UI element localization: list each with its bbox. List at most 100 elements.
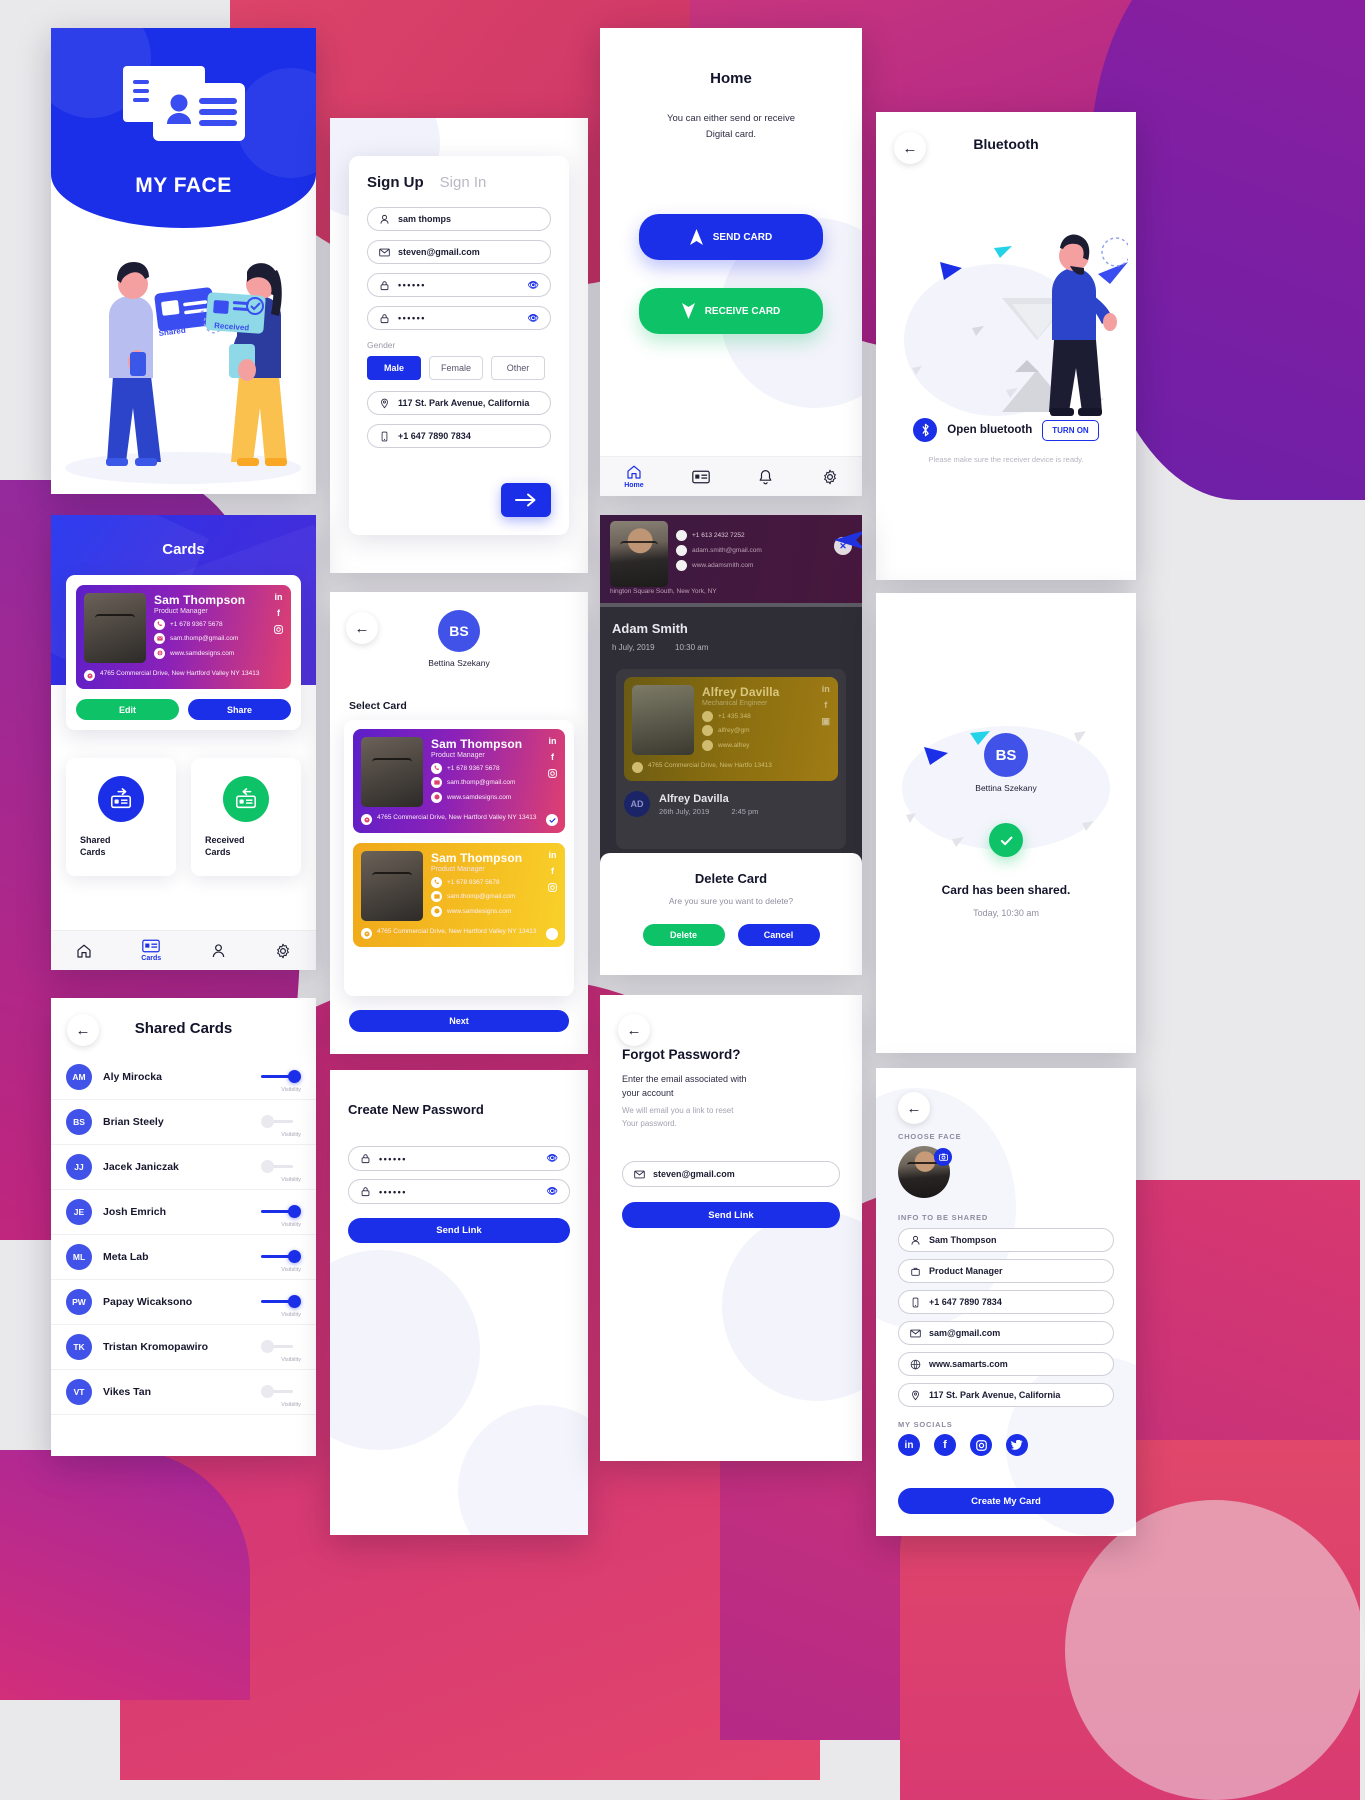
select-card-option-2[interactable]: in f Sam Thompson Product Manager +1 678…: [353, 843, 565, 947]
email-field[interactable]: steven@gmail.com: [367, 240, 551, 264]
info-field-mail[interactable]: sam@gmail.com: [898, 1321, 1114, 1345]
nav-home[interactable]: Home: [624, 464, 644, 489]
card-name: Sam Thompson: [431, 737, 523, 751]
visibility-toggle[interactable]: Visibility: [261, 1204, 301, 1228]
create-back-button[interactable]: ←: [898, 1092, 930, 1124]
card-unselected-radio[interactable]: [546, 928, 558, 940]
person-name: Jacek Janiczak: [103, 1161, 179, 1173]
linkedin-icon[interactable]: in: [549, 851, 557, 860]
gender-option-female[interactable]: Female: [429, 356, 483, 380]
nav-settings[interactable]: [275, 943, 291, 959]
confirm-password-field[interactable]: •••••• 👁: [367, 306, 551, 330]
toggle-password-visibility-icon[interactable]: 👁: [547, 1153, 558, 1164]
shared-cards-tile[interactable]: Shared Cards: [66, 758, 176, 876]
visibility-toggle[interactable]: Visibility: [261, 1384, 301, 1408]
list-item[interactable]: ML Meta Lab Visibility: [51, 1235, 316, 1280]
address-field[interactable]: 117 St. Park Avenue, California: [367, 391, 551, 415]
gender-option-other[interactable]: Other: [491, 356, 545, 380]
forgot-send-link-button[interactable]: Send Link: [622, 1202, 840, 1228]
camera-icon[interactable]: [934, 1148, 952, 1166]
toggle-password-visibility-icon[interactable]: 👁: [528, 280, 539, 291]
delete-dialog-title: Delete Card: [694, 871, 768, 886]
instagram-icon: ▣: [821, 716, 830, 726]
send-card-label: SEND CARD: [712, 231, 773, 243]
forgot-back-button[interactable]: ←: [618, 1014, 650, 1046]
signup-next-button[interactable]: [501, 483, 551, 517]
password-field[interactable]: •••••• 👁: [367, 273, 551, 297]
instagram-icon[interactable]: [548, 769, 557, 778]
info-field-globe[interactable]: www.samarts.com: [898, 1352, 1114, 1376]
facebook-icon[interactable]: f: [934, 1434, 956, 1456]
facebook-icon[interactable]: f: [277, 609, 280, 618]
instagram-icon[interactable]: [548, 883, 557, 892]
turn-on-button[interactable]: TURN ON: [1042, 419, 1099, 441]
info-field-pin[interactable]: 117 St. Park Avenue, California: [898, 1383, 1114, 1407]
list-item[interactable]: JJ Jacek Janiczak Visibility: [51, 1145, 316, 1190]
nav-home[interactable]: [76, 943, 92, 959]
info-field-value: Product Manager: [929, 1266, 1003, 1276]
delete-confirm-button[interactable]: Delete: [642, 924, 725, 946]
tab-signin[interactable]: Sign In: [440, 174, 487, 191]
select-next-button[interactable]: Next: [349, 1010, 569, 1032]
visibility-toggle[interactable]: Visibility: [261, 1114, 301, 1138]
visibility-toggle[interactable]: Visibility: [261, 1339, 301, 1363]
received-entry-2[interactable]: in f ▣ Alfrey Davilla Mechanical Enginee…: [616, 669, 846, 849]
edit-card-button[interactable]: Edit: [76, 699, 179, 720]
receive-card-button[interactable]: RECEIVE CARD: [639, 288, 823, 334]
facebook-icon[interactable]: f: [551, 753, 554, 762]
toggle-confirm-password-visibility-icon[interactable]: 👁: [528, 313, 539, 324]
create-my-card-button[interactable]: Create My Card: [898, 1488, 1114, 1514]
home-subtitle-line1: You can either send or receive: [667, 113, 795, 124]
send-card-button[interactable]: SEND CARD: [639, 214, 823, 260]
visibility-toggle[interactable]: Visibility: [261, 1159, 301, 1183]
new-password-send-link-button[interactable]: Send Link: [348, 1218, 570, 1243]
select-card-option-1[interactable]: in f Sam Thompson Product Manager +1 678…: [353, 729, 565, 833]
forgot-email-field[interactable]: steven@gmail.com: [622, 1161, 840, 1187]
gender-option-male[interactable]: Male: [367, 356, 421, 380]
nav-cards[interactable]: Cards: [141, 939, 161, 962]
list-item[interactable]: AM Aly Mirocka Visibility: [51, 1055, 316, 1100]
linkedin-icon[interactable]: in: [549, 737, 557, 746]
new-password-field[interactable]: •••••• 👁: [348, 1146, 570, 1171]
card-selected-check-icon[interactable]: [546, 814, 558, 826]
name-field[interactable]: sam thomps: [367, 207, 551, 231]
screen-splash: MY FACE Shared Received: [51, 28, 316, 494]
shared-success-time: Today, 10:30 am: [973, 908, 1039, 918]
delete-cancel-button[interactable]: Cancel: [737, 924, 820, 946]
twitter-icon[interactable]: [1006, 1434, 1028, 1456]
bluetooth-illustration: [884, 200, 1128, 450]
list-item[interactable]: JE Josh Emrich Visibility: [51, 1190, 316, 1235]
info-field-phone[interactable]: +1 647 7890 7834: [898, 1290, 1114, 1314]
visibility-label: Visibility: [281, 1132, 301, 1138]
card-phone: +1 678 9367 5678: [447, 764, 500, 772]
instagram-icon[interactable]: [970, 1434, 992, 1456]
confirm-new-password-field[interactable]: •••••• 👁: [348, 1179, 570, 1204]
nav-settings[interactable]: [822, 469, 838, 485]
my-card-panel: in f Sam Thompson Product Manager +1 678…: [66, 575, 301, 730]
list-item[interactable]: PW Papay Wicaksono Visibility: [51, 1280, 316, 1325]
list-item[interactable]: TK Tristan Kromopawiro Visibility: [51, 1325, 316, 1370]
info-field-briefcase[interactable]: Product Manager: [898, 1259, 1114, 1283]
share-card-button[interactable]: Share: [188, 699, 291, 720]
list-item[interactable]: VT Vikes Tan Visibility: [51, 1370, 316, 1415]
tab-signup[interactable]: Sign Up: [367, 174, 424, 191]
info-field-person[interactable]: Sam Thompson: [898, 1228, 1114, 1252]
received-cards-tile[interactable]: Received Cards: [191, 758, 301, 876]
toggle-confirm-password-visibility-icon[interactable]: 👁: [547, 1186, 558, 1197]
nav-notifications[interactable]: [758, 469, 773, 485]
business-card[interactable]: in f Sam Thompson Product Manager +1 678…: [76, 585, 291, 689]
screen-forgot-password: ← Forgot Password? Enter the email assoc…: [600, 995, 862, 1461]
visibility-toggle[interactable]: Visibility: [261, 1294, 301, 1318]
nav-cards[interactable]: [692, 470, 710, 484]
instagram-icon[interactable]: [274, 625, 283, 634]
visibility-toggle[interactable]: Visibility: [261, 1249, 301, 1273]
list-item[interactable]: BS Brian Steely Visibility: [51, 1100, 316, 1145]
visibility-toggle[interactable]: Visibility: [261, 1069, 301, 1093]
linkedin-icon[interactable]: in: [898, 1434, 920, 1456]
received-cards-label-1: Received: [205, 835, 245, 845]
nav-profile[interactable]: [211, 943, 226, 959]
facebook-icon[interactable]: f: [551, 867, 554, 876]
phone-field[interactable]: +1 647 7890 7834: [367, 424, 551, 448]
received-cards-icon: [223, 776, 269, 822]
linkedin-icon[interactable]: in: [275, 593, 283, 602]
